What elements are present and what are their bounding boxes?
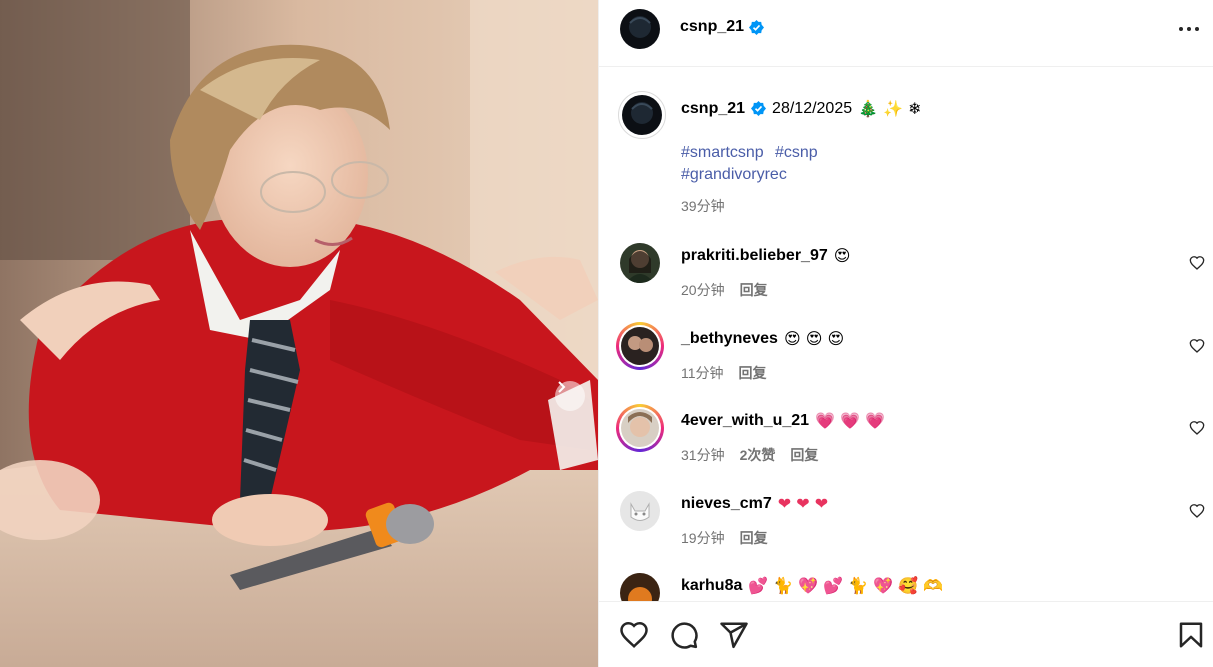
reply-button[interactable]: 回复 xyxy=(790,445,818,465)
comment-item: karhu8a 💕 🐈 💖 💕 🐈 💖 🥰 🫶 xyxy=(620,573,1213,601)
commenter-avatar[interactable] xyxy=(620,243,660,283)
comment-text: prakriti.belieber_97 😍 xyxy=(681,246,850,265)
comment-body: ❤ ❤ ❤ xyxy=(777,494,829,513)
reply-button[interactable]: 回复 xyxy=(739,363,767,383)
comment-meta: 11分钟 回复 xyxy=(681,363,767,383)
avatar-image xyxy=(620,243,660,283)
commenter-avatar[interactable] xyxy=(620,573,660,601)
next-media-button[interactable] xyxy=(555,381,585,411)
comment-body: 💕 🐈 💖 💕 🐈 💖 🥰 🫶 xyxy=(748,576,944,595)
comment-text: _bethyneves 😍 😍 😍 xyxy=(681,329,844,348)
comment-text: 4ever_with_u_21 💗 💗 💗 xyxy=(681,411,885,430)
like-comment-icon[interactable] xyxy=(1189,338,1205,354)
comments-list[interactable]: csnp_21 28/12/2025 🎄 ✨ ❄ #smartcsnp #csn… xyxy=(599,67,1213,601)
comment-timestamp[interactable]: 20分钟 xyxy=(681,280,725,300)
caption-date: 28/12/2025 xyxy=(772,99,853,117)
commenter-username[interactable]: 4ever_with_u_21 xyxy=(681,412,809,430)
post-header: csnp_21 xyxy=(599,0,1213,67)
comment-timestamp[interactable]: 11分钟 xyxy=(681,363,724,383)
comment-meta: 31分钟 2次赞 回复 xyxy=(681,445,818,465)
avatar-image xyxy=(620,573,660,601)
reply-button[interactable]: 回复 xyxy=(740,528,768,548)
avatar-image xyxy=(621,327,659,365)
commenter-username[interactable]: karhu8a xyxy=(681,577,742,595)
comment-meta: 19分钟 回复 xyxy=(681,528,768,548)
commenter-username[interactable]: prakriti.belieber_97 xyxy=(681,247,828,265)
comment-body: 😍 😍 😍 xyxy=(783,329,845,348)
commenter-avatar[interactable] xyxy=(620,491,660,531)
avatar-image xyxy=(622,95,662,135)
hashtag-link[interactable]: #csnp xyxy=(775,144,818,162)
caption-emojis: 🎄 ✨ ❄ xyxy=(858,99,922,118)
comment-body: 💗 💗 💗 xyxy=(815,411,886,430)
comment-likes-count[interactable]: 2次赞 xyxy=(740,445,776,465)
comment-text: karhu8a 💕 🐈 💖 💕 🐈 💖 🥰 🫶 xyxy=(681,576,943,595)
like-comment-icon[interactable] xyxy=(1189,420,1205,436)
author-name-row: csnp_21 xyxy=(680,18,765,36)
comment-body: 😍 xyxy=(833,246,851,265)
hashtag-link[interactable]: #grandivoryrec xyxy=(681,166,787,184)
heart-icon[interactable] xyxy=(619,620,649,650)
post-actions-bar xyxy=(599,601,1213,667)
comment-meta: 20分钟 回复 xyxy=(681,280,768,300)
avatar-image xyxy=(620,9,660,49)
caption-author-avatar[interactable] xyxy=(618,91,666,139)
chevron-right-icon xyxy=(558,381,566,393)
like-comment-icon[interactable] xyxy=(1189,503,1205,519)
caption-timestamp[interactable]: 39分钟 xyxy=(681,196,725,216)
like-comment-icon[interactable] xyxy=(1189,255,1205,271)
share-icon[interactable] xyxy=(719,620,749,650)
commenter-username[interactable]: _bethyneves xyxy=(681,330,778,348)
commenter-avatar[interactable] xyxy=(616,404,664,452)
caption-text: csnp_21 28/12/2025 🎄 ✨ ❄ xyxy=(681,99,922,118)
commenter-username[interactable]: nieves_cm7 xyxy=(681,495,772,513)
bookmark-icon[interactable] xyxy=(1176,620,1206,650)
comment-item: nieves_cm7 ❤ ❤ ❤ 19分钟 回复 xyxy=(620,491,1213,561)
post-side-panel: csnp_21 csnp_21 28/12/2025 🎄 ✨ ❄ #smartc… xyxy=(598,0,1213,667)
more-options-icon[interactable] xyxy=(1177,18,1201,40)
post-modal: csnp_21 csnp_21 28/12/2025 🎄 ✨ ❄ #smartc… xyxy=(0,0,1213,667)
avatar-image xyxy=(621,409,659,447)
comment-icon[interactable] xyxy=(669,620,699,650)
verified-badge-icon xyxy=(751,101,767,116)
avatar-image xyxy=(620,491,660,531)
comment-text: nieves_cm7 ❤ ❤ ❤ xyxy=(681,494,828,513)
verified-badge-icon xyxy=(749,19,765,35)
comment-item: 4ever_with_u_21 💗 💗 💗 31分钟 2次赞 回复 xyxy=(616,404,1213,478)
post-media xyxy=(0,0,598,667)
comment-item: prakriti.belieber_97 😍 20分钟 回复 xyxy=(620,243,1213,313)
author-username[interactable]: csnp_21 xyxy=(680,18,744,36)
hashtag-link[interactable]: #smartcsnp xyxy=(681,144,764,162)
caption-author-username[interactable]: csnp_21 xyxy=(681,100,745,118)
comment-item: _bethyneves 😍 😍 😍 11分钟 回复 xyxy=(616,322,1213,396)
comment-timestamp[interactable]: 31分钟 xyxy=(681,445,725,465)
author-avatar[interactable] xyxy=(620,9,660,49)
post-photo xyxy=(0,0,598,667)
reply-button[interactable]: 回复 xyxy=(740,280,768,300)
comment-timestamp[interactable]: 19分钟 xyxy=(681,528,725,548)
commenter-avatar[interactable] xyxy=(616,322,664,370)
